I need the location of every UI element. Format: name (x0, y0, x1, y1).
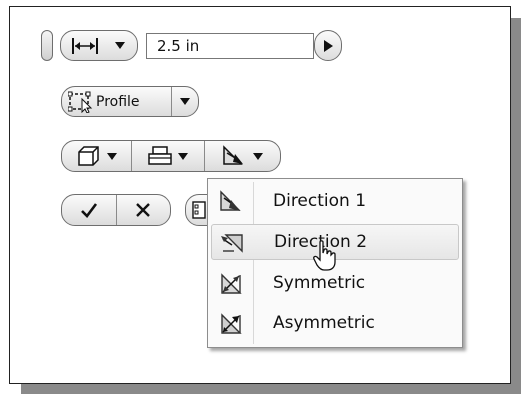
chevron-right-icon (324, 39, 333, 52)
profile-label: Profile (96, 93, 140, 110)
menu-item-direction-1[interactable]: Direction 1 (211, 184, 459, 220)
extents-dropdown[interactable] (60, 30, 138, 61)
profile-select[interactable]: Profile (61, 86, 199, 117)
chevron-down-icon[interactable] (172, 87, 198, 116)
close-icon (136, 203, 151, 217)
chevron-down-icon[interactable] (109, 31, 131, 60)
menu-item-label: Symmetric (273, 273, 366, 293)
direction-2-icon (221, 234, 243, 253)
distance-flyout-button[interactable] (314, 30, 342, 61)
chevron-down-icon (253, 152, 264, 160)
asymmetric-icon (221, 313, 242, 334)
cancel-button[interactable] (116, 195, 170, 225)
chevron-down-icon (106, 152, 117, 160)
distance-icon (61, 31, 109, 60)
direction-toolbar (61, 140, 281, 172)
output-solid-button[interactable] (62, 141, 131, 171)
ok-button[interactable] (62, 195, 116, 225)
symmetric-icon (221, 273, 242, 294)
direction-button[interactable] (205, 141, 280, 171)
operation-button[interactable] (132, 141, 203, 171)
direction-1-icon (220, 190, 241, 211)
hand-cursor-icon (313, 240, 336, 271)
chevron-down-icon (178, 152, 189, 160)
ok-cancel-group (61, 194, 171, 226)
join-operation-icon (148, 146, 172, 165)
solid-box-icon (77, 146, 99, 166)
menu-item-asymmetric[interactable]: Asymmetric (211, 306, 459, 342)
distance-input[interactable]: 2.5 in (146, 33, 314, 59)
checkmark-icon (80, 203, 97, 218)
profile-select-icon (68, 91, 93, 113)
menu-item-label: Asymmetric (273, 313, 375, 333)
drag-grip[interactable] (41, 30, 53, 61)
dialog-icon (192, 201, 206, 219)
menu-item-label: Direction 1 (273, 191, 367, 211)
direction-icon (223, 145, 244, 165)
